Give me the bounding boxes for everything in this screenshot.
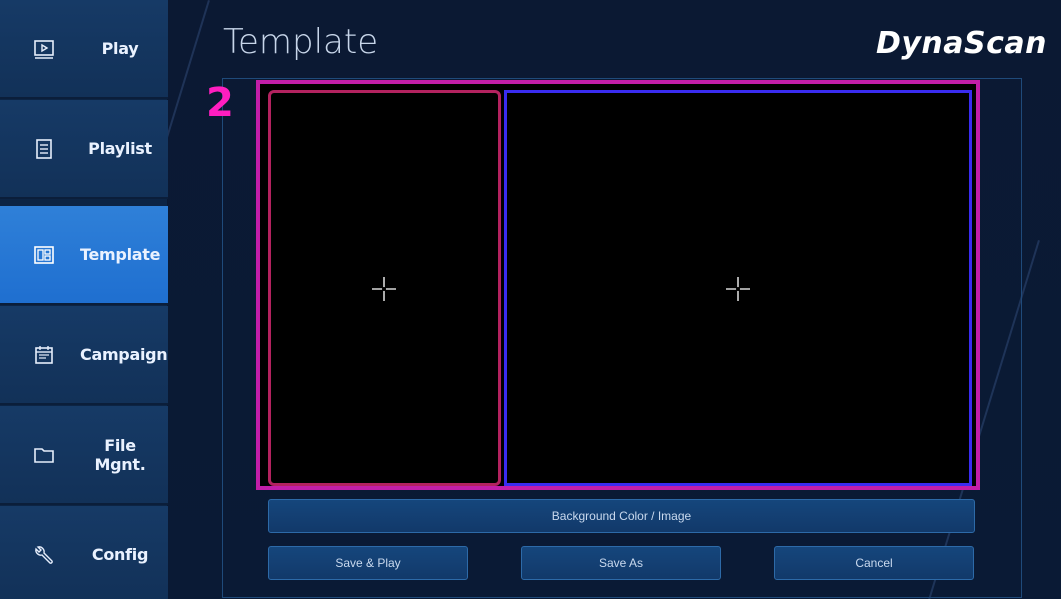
zone-left[interactable] xyxy=(268,90,501,486)
step-badge: 2 xyxy=(206,80,234,126)
zone-right[interactable] xyxy=(504,90,972,486)
main-panel: Template DynaScan 2 Background Color / I… xyxy=(168,0,1061,599)
sidebar: Play Playlist Template Campaign File Mgn… xyxy=(0,0,168,599)
page-title: Template xyxy=(223,22,379,62)
brand-logo: DynaScan xyxy=(875,26,1047,61)
sidebar-item-label: Playlist xyxy=(88,139,152,158)
folder-icon xyxy=(32,443,56,467)
sidebar-item-campaign[interactable]: Campaign xyxy=(0,306,168,405)
save-and-play-button[interactable]: Save & Play xyxy=(268,546,468,580)
crosshair-icon xyxy=(371,276,397,302)
sidebar-item-play[interactable]: Play xyxy=(0,0,168,99)
sidebar-item-template[interactable]: Template xyxy=(0,206,168,305)
crosshair-icon xyxy=(725,276,751,302)
campaign-icon xyxy=(32,343,56,367)
save-as-button[interactable]: Save As xyxy=(521,546,721,580)
template-icon xyxy=(32,243,56,267)
template-canvas xyxy=(256,80,980,490)
playlist-icon xyxy=(32,137,56,161)
sidebar-item-file-mgnt[interactable]: File Mgnt. xyxy=(0,406,168,505)
sidebar-item-label: Template xyxy=(80,245,161,264)
sidebar-item-label: Config xyxy=(91,545,149,564)
background-streak xyxy=(168,0,210,250)
cancel-button[interactable]: Cancel xyxy=(774,546,974,580)
sidebar-item-label: Play xyxy=(101,39,139,58)
sidebar-item-config[interactable]: Config xyxy=(0,506,168,599)
sidebar-item-playlist[interactable]: Playlist xyxy=(0,100,168,199)
background-color-image-button[interactable]: Background Color / Image xyxy=(268,499,975,533)
sidebar-item-label: Campaign xyxy=(80,345,168,364)
sidebar-item-label: File Mgnt. xyxy=(94,435,146,474)
play-icon xyxy=(32,37,56,61)
wrench-icon xyxy=(32,543,56,567)
